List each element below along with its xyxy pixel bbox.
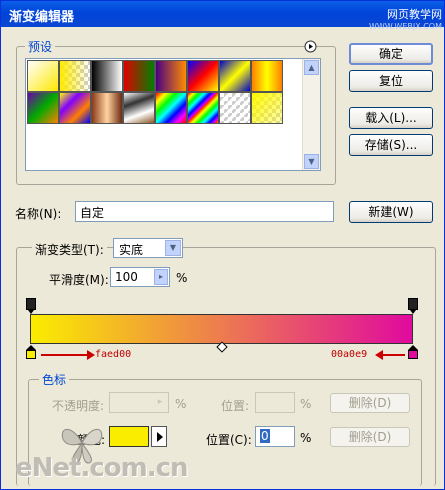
opacity-location-field <box>255 392 295 413</box>
presets-label: 预设 <box>25 38 56 55</box>
opacity-delete-button: 删除(D) <box>330 393 410 413</box>
watermark: 网页教学网 WWW.WEBJX.COM <box>369 6 442 31</box>
color-stop-left[interactable] <box>26 345 36 359</box>
preset-swatch[interactable] <box>27 60 59 92</box>
gradient-type-value: 实底 <box>119 243 144 257</box>
ok-button[interactable]: 确定 <box>349 43 433 65</box>
color-location-field[interactable]: 0 <box>255 426 295 447</box>
title-bar[interactable]: 渐变编辑器 网页教学网 WWW.WEBJX.COM <box>1 1 444 31</box>
window-title: 渐变编辑器 <box>9 10 75 25</box>
annotation-left-text: faed00 <box>95 349 132 360</box>
color-stop-right[interactable] <box>408 345 418 359</box>
preset-swatch[interactable] <box>251 92 283 124</box>
opacity-location-unit: % <box>300 397 312 411</box>
opacity-stop-left[interactable] <box>26 298 36 314</box>
color-stop-swatch <box>408 350 418 359</box>
presets-menu-icon[interactable] <box>304 40 317 53</box>
save-button[interactable]: 存储(S)... <box>349 134 433 156</box>
opacity-field: ▸ <box>109 392 169 413</box>
annotation-arrow-right <box>383 354 405 356</box>
preset-swatch[interactable] <box>27 92 59 124</box>
annotation-arrow-left <box>41 354 87 356</box>
reset-button[interactable]: 复位 <box>349 70 433 92</box>
color-delete-button: 删除(D) <box>330 427 410 447</box>
color-location-label: 位置(C): <box>206 433 252 447</box>
preset-swatch[interactable] <box>59 60 91 92</box>
smoothness-field[interactable]: 100 ▸ <box>110 267 170 287</box>
footer-watermark: eNet.com.cn <box>15 453 188 483</box>
gradient-preview-bar[interactable] <box>30 314 413 344</box>
preset-swatch[interactable] <box>123 92 155 124</box>
scroll-down-icon[interactable]: ▼ <box>304 154 319 169</box>
opacity-unit: % <box>175 397 187 411</box>
stops-label: 色标 <box>39 371 70 388</box>
opacity-stop-right[interactable] <box>408 298 418 314</box>
preset-swatch[interactable] <box>155 92 187 124</box>
preset-swatch[interactable] <box>155 60 187 92</box>
watermark-sub: WWW.WEBJX.COM <box>369 22 442 31</box>
opacity-location-label: 位置: <box>221 399 250 413</box>
scroll-up-icon[interactable]: ▲ <box>304 60 319 75</box>
gradient-editor-window: 渐变编辑器 网页教学网 WWW.WEBJX.COM 预设 ▲ ▼ 确定 复位 载… <box>0 0 445 490</box>
name-label: 名称(N): <box>15 207 62 221</box>
preset-swatch[interactable] <box>59 92 91 124</box>
gradient-type-select[interactable]: 实底 ▼ <box>113 238 183 258</box>
smoothness-label: 平滑度(M): <box>49 273 109 287</box>
opacity-slider-icon: ▸ <box>157 397 163 407</box>
arrow-right-icon <box>87 350 95 360</box>
gradient-type-label: 渐变类型(T): <box>32 241 107 258</box>
preset-swatch[interactable] <box>219 92 251 124</box>
chevron-down-icon[interactable]: ▼ <box>165 240 181 256</box>
arrow-left-icon <box>375 350 383 360</box>
watermark-main: 网页教学网 <box>387 8 442 21</box>
smoothness-value: 100 <box>115 270 138 284</box>
preset-swatch[interactable] <box>91 92 123 124</box>
color-location-value: 0 <box>260 429 270 443</box>
color-location-unit: % <box>300 431 312 445</box>
presets-scrollbar[interactable]: ▲ ▼ <box>302 59 320 170</box>
preset-swatch[interactable] <box>219 60 251 92</box>
color-swatch[interactable] <box>109 426 149 447</box>
preset-swatch[interactable] <box>123 60 155 92</box>
preset-swatch[interactable] <box>187 92 219 124</box>
preset-swatch[interactable] <box>91 60 123 92</box>
opacity-label: 不透明度: <box>52 399 105 413</box>
smoothness-unit: % <box>176 271 188 285</box>
preset-swatch[interactable] <box>251 60 283 92</box>
presets-list: ▲ ▼ <box>25 58 321 171</box>
color-stop-swatch <box>26 350 36 359</box>
name-field[interactable]: 自定 <box>75 201 334 222</box>
slider-arrow-icon[interactable]: ▸ <box>154 269 168 285</box>
color-menu-button[interactable] <box>151 426 167 447</box>
triangle-right-icon <box>157 432 163 442</box>
annotation-right-text: 00a0e9 <box>331 349 368 360</box>
load-button[interactable]: 载入(L)... <box>349 107 433 129</box>
new-button[interactable]: 新建(W) <box>349 201 433 223</box>
preset-swatch[interactable] <box>187 60 219 92</box>
